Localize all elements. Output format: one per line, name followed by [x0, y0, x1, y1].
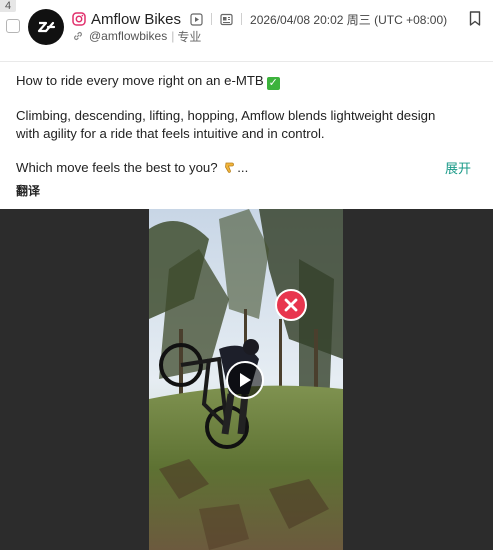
profile-card-icon	[220, 13, 233, 26]
bookmark-icon[interactable]	[469, 11, 481, 26]
translate-link[interactable]: 翻译	[16, 182, 40, 199]
error-x-icon	[275, 289, 307, 321]
instagram-icon	[72, 12, 86, 26]
post-timestamp: 2026/04/08 20:02 周三 (UTC +08:00)	[250, 12, 448, 27]
separator	[241, 13, 243, 25]
author-handle[interactable]: @amflowbikes	[89, 29, 167, 43]
video-post-icon	[190, 12, 203, 26]
post-text-line2: Climbing, descending, lifting, hopping, …	[16, 108, 436, 141]
post-text-ellipsis: ...	[237, 160, 249, 175]
author-meta: @amflowbikes | 专业	[72, 28, 201, 44]
amflow-logo-icon	[37, 21, 56, 33]
avatar[interactable]	[28, 9, 64, 45]
header-divider	[0, 61, 493, 62]
post-select-checkbox[interactable]	[6, 19, 20, 33]
post-text: How to ride every move right on an e-MTB…	[16, 72, 446, 177]
author-tag: 专业	[177, 29, 202, 44]
link-icon	[72, 30, 84, 42]
post-index-badge: 4	[0, 0, 16, 12]
author-name[interactable]: Amflow Bikes	[91, 11, 181, 28]
separator: |	[171, 29, 175, 43]
post-header: Amflow Bikes 2026/04/08 20:02 周三 (UTC +0…	[72, 10, 447, 28]
post-text-line1: How to ride every move right on an e-MTB	[16, 73, 264, 88]
play-icon[interactable]	[226, 361, 264, 399]
separator	[211, 13, 213, 25]
post-text-line3: Which move feels the best to you?	[16, 160, 218, 175]
pointing-down-hand-icon	[225, 162, 235, 173]
expand-link[interactable]: 展开	[445, 158, 471, 177]
check-mark-emoji-icon: ✓	[266, 77, 280, 90]
